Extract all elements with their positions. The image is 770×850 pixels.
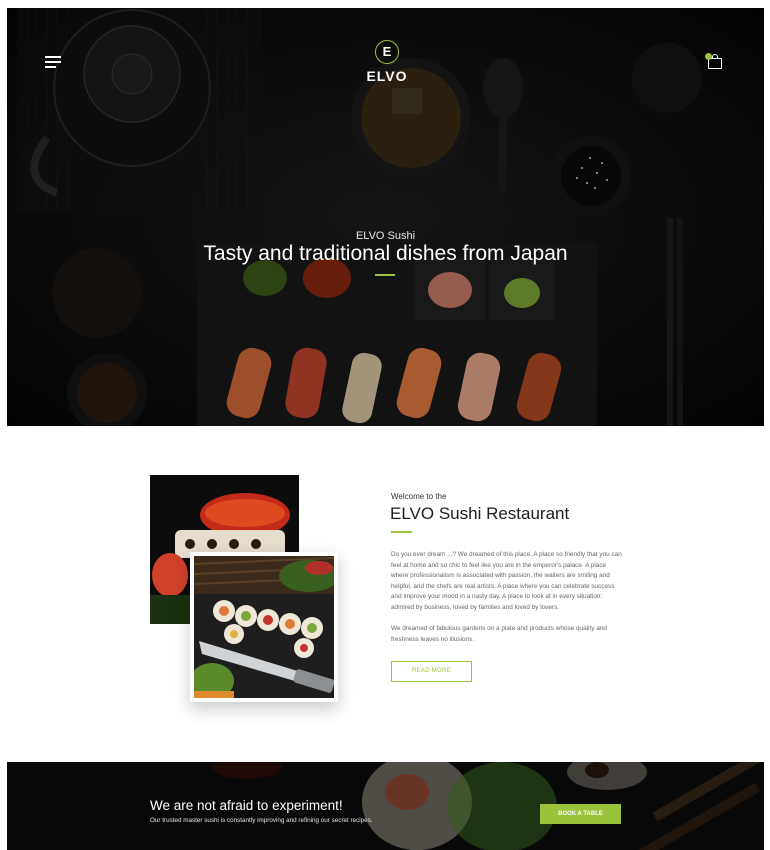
about-paragraph: We dreamed of fabulous gardens on a plat… (391, 625, 607, 643)
read-more-button[interactable]: READ MORE (391, 661, 472, 682)
book-a-table-button[interactable]: BOOK A TABLE (540, 804, 621, 824)
about-divider (391, 531, 412, 533)
cart-indicator-dot (705, 53, 712, 60)
about-paragraph: Do you ever dream ...? We dreamed of thi… (391, 551, 622, 611)
logo-badge: E (375, 40, 399, 64)
cta-background-image (7, 762, 764, 850)
sushi-platter-photo (190, 552, 339, 702)
logo-text: ELVO (366, 68, 408, 84)
cta-banner: We are not afraid to experiment! Our tru… (7, 762, 764, 850)
hero-eyebrow: ELVO Sushi (355, 230, 416, 242)
shopping-bag-icon[interactable] (705, 53, 725, 71)
about-eyebrow: Welcome to the (391, 492, 447, 501)
hamburger-menu-icon[interactable] (45, 56, 63, 68)
hero-divider (375, 274, 395, 276)
cta-subtitle: Our trusted master sushi is constantly i… (150, 817, 373, 824)
site-logo[interactable]: E ELVO (362, 40, 412, 84)
hero-section: E ELVO ELVO Sushi Tasty and traditional … (7, 8, 764, 426)
about-title: ELVO Sushi Restaurant (390, 504, 570, 523)
hero-title: Tasty and traditional dishes from Japan (203, 242, 568, 265)
cta-title: We are not afraid to experiment! (150, 798, 343, 813)
